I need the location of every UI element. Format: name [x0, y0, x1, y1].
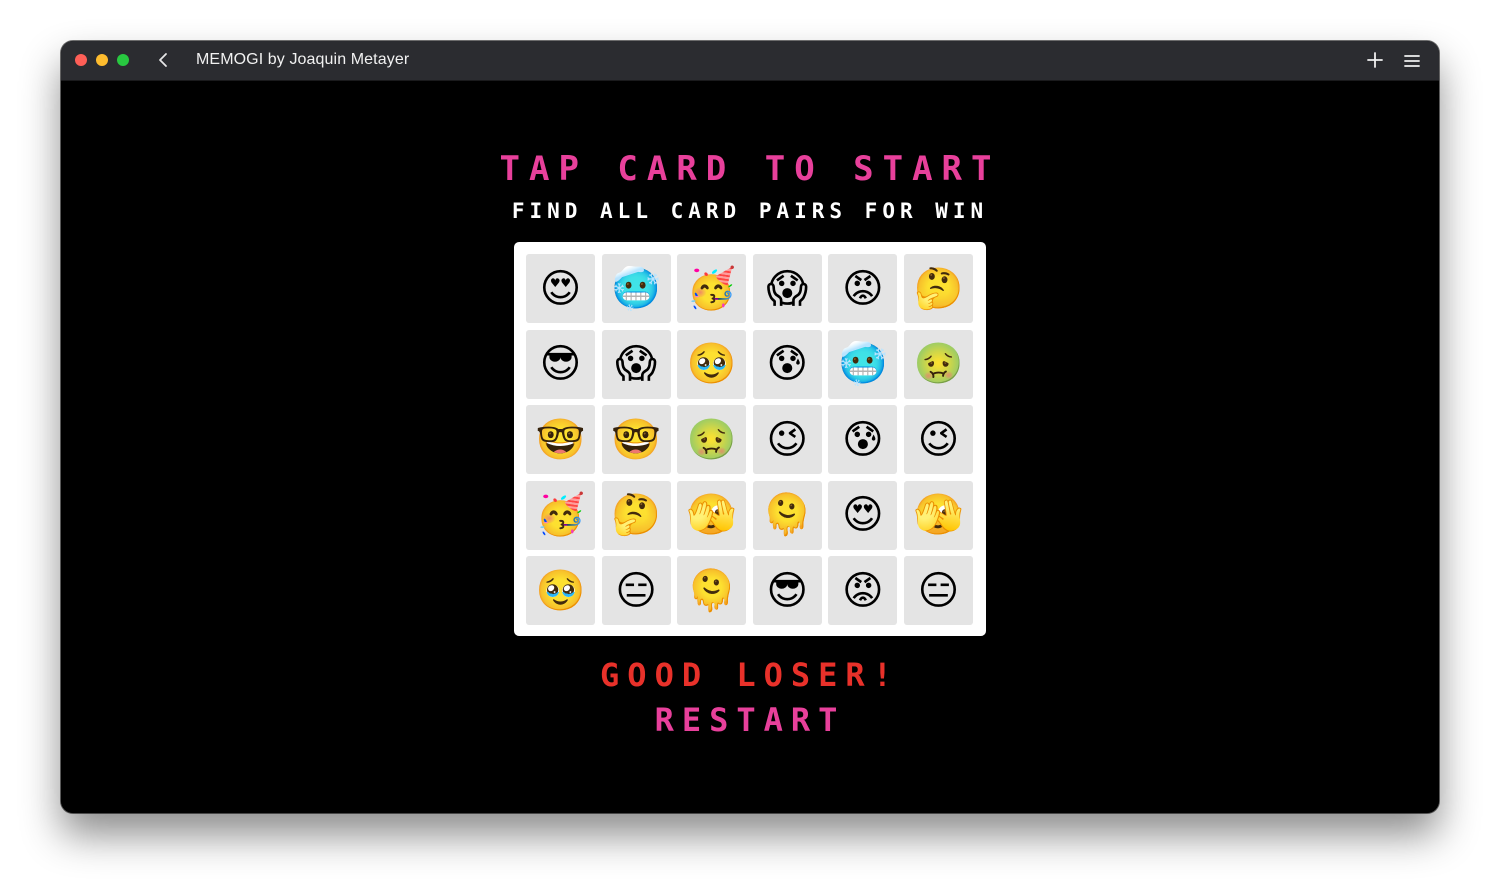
memory-card[interactable]: 😰 — [752, 329, 822, 399]
memory-card[interactable]: 🤔 — [903, 254, 973, 323]
memory-card[interactable]: 🫠 — [677, 556, 747, 626]
memory-card[interactable]: 😡 — [828, 254, 898, 323]
memory-card[interactable]: 😉 — [903, 405, 973, 475]
memory-card[interactable]: 🥶 — [828, 329, 898, 399]
memory-card[interactable]: 😱 — [752, 254, 822, 323]
memory-card[interactable]: 🥳 — [526, 480, 595, 550]
memory-card[interactable]: 🤓 — [526, 405, 595, 475]
memory-card[interactable]: 😍 — [526, 254, 595, 323]
memory-card[interactable]: 🥹 — [526, 556, 595, 626]
card-board: 😍 🥶 🥳 😱 😡 🤔 😎 😱 🥹 😰 🥶 🤢 🤓 🤓 🤢 😉 😰 😉 🥳 🤔 🫣 🫠 😍 🫣 🥹 😑 🫠 😎 😡 😑 — [514, 242, 986, 636]
instructions: FIND ALL CARD PAIRS FOR WIN — [511, 199, 989, 223]
memory-card[interactable]: 🤔 — [601, 480, 671, 550]
memory-card[interactable]: 😑 — [903, 556, 973, 626]
browser-window: MEMOGI by Joaquin Metayer TAP CARD TO ST… — [61, 41, 1439, 813]
memory-card[interactable]: 🤢 — [677, 405, 747, 475]
plus-icon[interactable] — [1365, 50, 1385, 70]
memory-card[interactable]: 🫣 — [903, 480, 973, 550]
memory-card[interactable]: 🫣 — [677, 480, 747, 550]
memory-card[interactable]: 🥶 — [601, 254, 671, 323]
memory-card[interactable]: 🤓 — [601, 405, 671, 475]
headline: TAP CARD TO START — [499, 149, 1001, 189]
memory-card[interactable]: 🤢 — [903, 329, 973, 399]
memory-card[interactable]: 🫠 — [752, 480, 822, 550]
window-title: MEMOGI by Joaquin Metayer — [196, 51, 410, 68]
memory-card[interactable]: 😎 — [526, 329, 595, 399]
memory-card[interactable]: 😑 — [601, 556, 671, 626]
game-area: TAP CARD TO START FIND ALL CARD PAIRS FO… — [61, 81, 1439, 813]
memory-card[interactable]: 🥳 — [677, 254, 747, 323]
memory-card[interactable]: 😉 — [752, 405, 822, 475]
card-grid: 😍 🥶 🥳 😱 😡 🤔 😎 😱 🥹 😰 🥶 🤢 🤓 🤓 🤢 😉 😰 😉 🥳 🤔 🫣 🫠 😍 🫣 🥹 😑 🫠 😎 😡 😑 — [526, 254, 973, 626]
memory-card[interactable]: 😎 — [752, 556, 822, 626]
memory-card[interactable]: 😡 — [828, 556, 898, 626]
result-message: GOOD LOSER! — [600, 656, 900, 694]
chevron-left-icon[interactable] — [153, 49, 175, 71]
memory-card[interactable]: 😰 — [828, 405, 898, 475]
memory-card[interactable]: 🥹 — [677, 329, 747, 399]
minimize-window-button[interactable] — [96, 54, 108, 66]
restart-button[interactable]: RESTART — [61, 701, 1439, 739]
close-window-button[interactable] — [75, 54, 87, 66]
hamburger-menu-icon[interactable] — [1402, 51, 1422, 71]
memory-card[interactable]: 😍 — [828, 480, 898, 550]
maximize-window-button[interactable] — [117, 54, 129, 66]
title-bar: MEMOGI by Joaquin Metayer — [61, 41, 1439, 81]
memory-card[interactable]: 😱 — [601, 329, 671, 399]
